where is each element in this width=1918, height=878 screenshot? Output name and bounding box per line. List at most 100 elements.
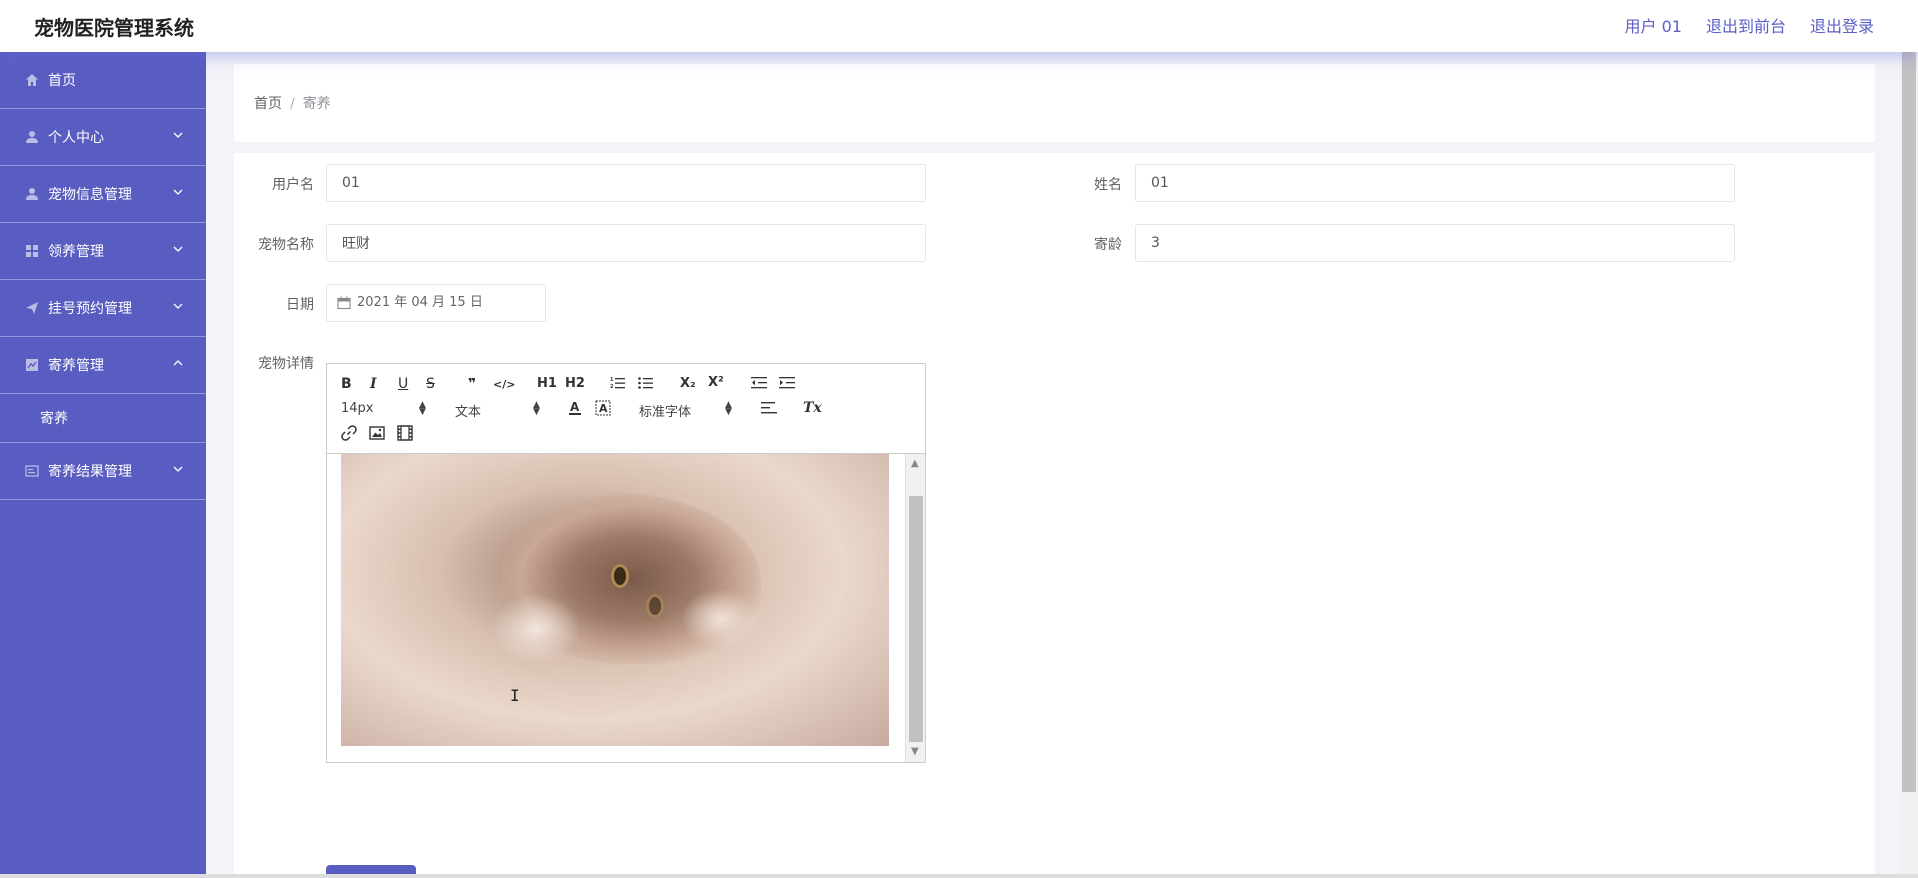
font-family-select[interactable]: 标准字体 ▲ ▼	[639, 400, 739, 421]
sidebar-item-label: 宠物信息管理	[48, 187, 132, 203]
page-scrollbar[interactable]	[1900, 52, 1918, 878]
scroll-down-icon[interactable]: ▼	[911, 746, 919, 757]
bottom-edge	[0, 874, 1918, 878]
card-icon	[24, 463, 40, 479]
italic-button[interactable]: I	[370, 376, 377, 392]
app-title: 宠物医院管理系统	[34, 16, 194, 40]
sidebar-item-boarding[interactable]: 寄养管理	[0, 337, 206, 394]
sidebar-item-boarding-result[interactable]: 寄养结果管理	[0, 443, 206, 500]
font-size-select[interactable]: 14px ▲ ▼	[341, 400, 427, 417]
chart-icon	[24, 357, 40, 373]
pet-age-input[interactable]	[1135, 224, 1735, 262]
send-icon	[24, 300, 40, 316]
chevron-down-icon	[173, 246, 183, 252]
page-scroll-thumb[interactable]	[1902, 52, 1916, 792]
pet-details-label: 宠物详情	[258, 356, 314, 372]
home-icon	[24, 72, 40, 88]
user-icon	[24, 186, 40, 202]
strikethrough-button[interactable]: S	[426, 376, 435, 392]
image-icon[interactable]	[369, 425, 385, 445]
username-input[interactable]	[326, 164, 926, 202]
sidebar-subitem-label: 寄养	[40, 411, 68, 427]
logout-link[interactable]: 退出登录	[1810, 13, 1874, 37]
chevron-up-icon	[173, 360, 183, 366]
sidebar-item-label: 寄养管理	[48, 358, 104, 374]
underline-button[interactable]: U	[398, 376, 408, 392]
cat-eye	[646, 594, 664, 618]
select-arrows-icon: ▲ ▼	[725, 400, 732, 417]
scroll-up-icon[interactable]: ▲	[911, 458, 919, 469]
rich-text-editor[interactable]: B I U S ❞ </> H1 H2 12 X₂ X² 14px ▲ ▼ 文本…	[326, 363, 926, 763]
svg-text:A: A	[599, 402, 608, 415]
heading-1-button[interactable]: H1	[537, 376, 557, 392]
user-name-link[interactable]: 用户 01	[1625, 13, 1682, 37]
user-icon	[24, 129, 40, 145]
date-label: 日期	[286, 297, 314, 313]
chevron-down-icon	[173, 132, 183, 138]
header-links: 用户 01 退出到前台 退出登录	[1625, 13, 1874, 37]
select-arrows-icon: ▲ ▼	[533, 400, 540, 417]
font-color-icon[interactable]: A	[568, 400, 582, 420]
breadcrumb-card: 首页 / 寄养	[234, 64, 1875, 142]
cat-eye	[611, 564, 629, 588]
subscript-button[interactable]: X₂	[680, 376, 696, 392]
link-icon[interactable]	[341, 425, 357, 445]
sidebar-item-label: 领养管理	[48, 244, 104, 260]
block-type-value: 文本	[455, 405, 482, 420]
sidebar-subitem-boarding[interactable]: 寄养	[0, 394, 206, 443]
bullet-list-icon[interactable]	[638, 376, 654, 394]
blockquote-button[interactable]: ❞	[468, 376, 476, 392]
block-type-select[interactable]: 文本 ▲ ▼	[455, 400, 541, 421]
breadcrumb-home[interactable]: 首页	[254, 96, 282, 112]
font-family-value: 标准字体	[639, 405, 692, 420]
svg-text:A: A	[570, 400, 580, 414]
sidebar-item-appointment[interactable]: 挂号预约管理	[0, 280, 206, 337]
sidebar-item-pet-info[interactable]: 宠物信息管理	[0, 166, 206, 223]
text-cursor-icon: I	[510, 686, 520, 705]
name-label: 姓名	[1094, 177, 1122, 193]
form-card: 用户名 姓名 宠物名称 寄龄 日期 2021 年 04 月 15 日 宠物详情 …	[234, 153, 1875, 878]
sidebar-item-personal-center[interactable]: 个人中心	[0, 109, 206, 166]
date-picker[interactable]: 2021 年 04 月 15 日	[326, 284, 546, 322]
bold-button[interactable]: B	[341, 376, 352, 392]
sidebar-item-label: 首页	[48, 73, 76, 89]
sidebar-item-label: 挂号预约管理	[48, 301, 132, 317]
align-left-icon[interactable]	[761, 401, 777, 419]
heading-2-button[interactable]: H2	[565, 376, 585, 392]
editor-scroll-thumb[interactable]	[909, 496, 923, 742]
editor-content-area[interactable]: I ▲ ▼	[327, 454, 925, 762]
username-label: 用户名	[272, 177, 314, 193]
clear-format-button[interactable]: Tx	[803, 400, 822, 416]
cat-paw	[681, 589, 761, 649]
date-value: 2021 年 04 月 15 日	[357, 295, 483, 310]
editor-scrollbar[interactable]: ▲ ▼	[905, 454, 925, 762]
ordered-list-icon[interactable]: 12	[610, 376, 626, 394]
calendar-icon	[337, 296, 351, 310]
outdent-icon[interactable]	[751, 376, 767, 394]
exit-to-front-link[interactable]: 退出到前台	[1706, 13, 1786, 37]
indent-icon[interactable]	[779, 376, 795, 394]
sidebar-item-home[interactable]: 首页	[0, 52, 206, 109]
background-color-icon[interactable]: A	[595, 400, 611, 420]
sidebar-item-adoption[interactable]: 领养管理	[0, 223, 206, 280]
grid-icon	[24, 243, 40, 259]
chevron-down-icon	[173, 466, 183, 472]
video-icon[interactable]	[397, 425, 413, 445]
breadcrumb: 首页 / 寄养	[254, 93, 331, 113]
chevron-down-icon	[173, 189, 183, 195]
breadcrumb-current: 寄养	[302, 96, 331, 112]
pet-name-label: 宠物名称	[258, 237, 314, 253]
chevron-down-icon	[173, 303, 183, 309]
superscript-button[interactable]: X²	[708, 375, 724, 391]
svg-text:1: 1	[610, 377, 614, 383]
sidebar-item-label: 寄养结果管理	[48, 464, 132, 480]
code-block-button[interactable]: </>	[493, 377, 515, 393]
editor-toolbar: B I U S ❞ </> H1 H2 12 X₂ X² 14px ▲ ▼ 文本…	[327, 364, 925, 454]
sidebar-item-label: 个人中心	[48, 130, 104, 146]
top-header: 宠物医院管理系统 用户 01 退出到前台 退出登录	[0, 0, 1918, 52]
breadcrumb-separator: /	[290, 96, 295, 112]
name-input[interactable]	[1135, 164, 1735, 202]
cat-paw	[491, 594, 581, 664]
pet-name-input[interactable]	[326, 224, 926, 262]
select-arrows-icon: ▲ ▼	[419, 400, 426, 417]
